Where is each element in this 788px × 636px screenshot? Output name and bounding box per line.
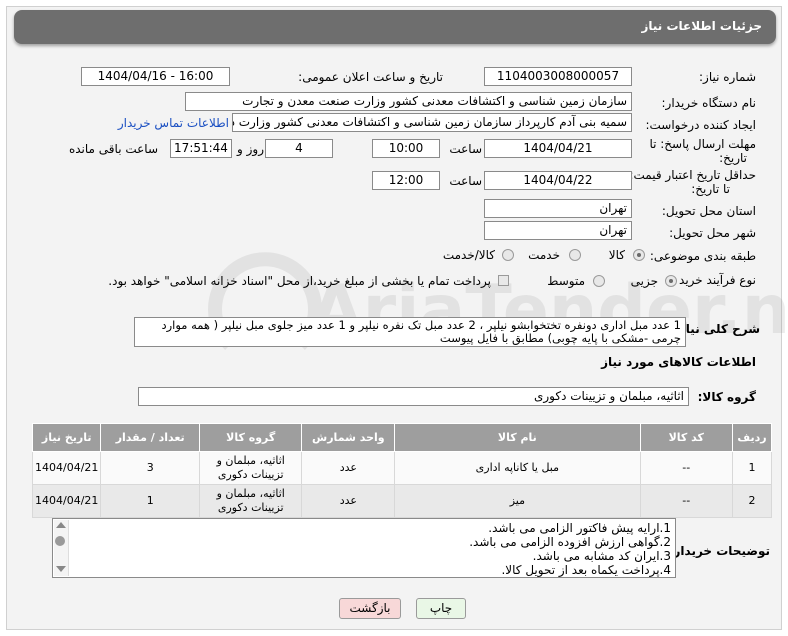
- table-header-row: ردیف کد کالا نام کالا واحد شمارش گروه کا…: [31, 423, 772, 452]
- buyer-notes-textarea[interactable]: 1.ارایه پیش فاکتور الزامی می باشد. 2.گوا…: [52, 518, 676, 578]
- validity-label-2: تا تاریخ:: [691, 182, 730, 196]
- window-title: جزئیات اطلاعات نیاز: [641, 19, 762, 33]
- col-header-row-number: ردیف: [732, 423, 772, 452]
- cell-row-number: 1: [732, 451, 772, 485]
- cell-quantity: 1: [100, 484, 200, 518]
- reply-days-field[interactable]: 4: [265, 139, 333, 158]
- reply-date-field[interactable]: 1404/04/21: [484, 139, 632, 158]
- category-option-service: خدمت: [528, 248, 560, 262]
- cell-unit: عدد: [301, 484, 396, 518]
- category-option-goods-service: کالا/خدمت: [442, 248, 495, 262]
- buyer-note-line: 1.ارایه پیش فاکتور الزامی می باشد.: [488, 521, 671, 535]
- need-number-field[interactable]: 1104003008000057: [484, 67, 632, 86]
- process-option-medium: متوسط: [547, 274, 585, 288]
- requester-label: ایجاد کننده درخواست:: [645, 118, 756, 132]
- buyer-org-field[interactable]: سازمان زمین شناسی و اکتشافات معدنی کشور …: [185, 92, 632, 111]
- reply-time-label: ساعت: [449, 142, 482, 156]
- days-and-label: روز و: [237, 142, 264, 156]
- reply-deadline-label-2: تاریخ:: [719, 151, 747, 165]
- category-label: طبقه بندی موضوعی:: [649, 249, 756, 263]
- announce-datetime-field[interactable]: 1404/04/16 - 16:00: [81, 67, 230, 86]
- back-button[interactable]: بازگشت: [339, 598, 401, 619]
- validity-time-label: ساعت: [449, 174, 482, 188]
- scroll-thumb[interactable]: [55, 536, 65, 546]
- col-header-unit: واحد شمارش: [301, 423, 396, 452]
- table-row[interactable]: 1 -- مبل یا کاناپه اداری عدد اثاثیه، مبل…: [31, 451, 772, 485]
- buyer-notes-label: توضیحات خریدار:: [668, 544, 770, 558]
- validity-label: حداقل تاریخ اعتبار قیمت:: [629, 168, 756, 182]
- col-header-goods-code: کد کالا: [639, 423, 734, 452]
- category-radio-service[interactable]: [569, 249, 581, 261]
- category-radio-goods-service[interactable]: [502, 249, 514, 261]
- treasury-payment-checkbox[interactable]: [498, 275, 509, 286]
- reply-time-field[interactable]: 10:00: [372, 139, 440, 158]
- col-header-need-date: تاریخ نیاز: [31, 423, 102, 452]
- cell-unit: عدد: [301, 451, 396, 485]
- cell-goods-group: اثاثیه، مبلمان و تزیینات دکوری: [198, 451, 303, 485]
- goods-info-heading: اطلاعات کالاهای مورد نیاز: [601, 355, 756, 369]
- col-header-goods-group: گروه کالا: [198, 423, 303, 452]
- description-label: شرح کلی نیاز:: [674, 322, 760, 336]
- cell-goods-group: اثاثیه، مبلمان و تزیینات دکوری: [198, 484, 303, 518]
- description-textarea[interactable]: 1 عدد مبل اداری دونفره تختخوابشو نیلپر ،…: [134, 317, 686, 347]
- validity-time-field[interactable]: 12:00: [372, 171, 440, 190]
- cell-need-date: 1404/04/21: [31, 451, 102, 485]
- process-option-minor: جزیی: [630, 274, 658, 288]
- requester-field[interactable]: سمیه بنی آدم کارپرداز سازمان زمین شناسی …: [232, 113, 632, 132]
- cell-goods-name: میز: [394, 484, 641, 518]
- buyer-note-line: 3.ایران کد مشابه می باشد.: [532, 549, 671, 563]
- goods-group-field[interactable]: اثاثیه، مبلمان و تزیینات دکوری: [138, 387, 689, 406]
- process-radio-minor[interactable]: [665, 275, 677, 287]
- goods-group-label: گروه کالا:: [697, 390, 756, 404]
- col-header-quantity: تعداد / مقدار: [100, 423, 200, 452]
- contact-buyer-link[interactable]: اطلاعات تماس خریدار: [118, 116, 229, 130]
- cell-row-number: 2: [732, 484, 772, 518]
- scroll-up-arrow-icon[interactable]: [56, 522, 66, 528]
- province-field[interactable]: تهران: [484, 199, 632, 218]
- category-radio-goods[interactable]: [633, 249, 645, 261]
- goods-table: ردیف کد کالا نام کالا واحد شمارش گروه کا…: [31, 423, 772, 518]
- reply-remaining-field[interactable]: 17:51:44: [170, 139, 232, 158]
- province-label: استان محل تحویل:: [661, 204, 756, 218]
- reply-deadline-label: مهلت ارسال پاسخ: تا: [649, 137, 756, 151]
- buyer-note-line: 4.پرداخت یکماه بعد از تحویل کالا.: [501, 563, 671, 577]
- notes-scrollbar[interactable]: [54, 520, 69, 576]
- buyer-org-label: نام دستگاه خریدار:: [661, 96, 757, 110]
- table-row[interactable]: 2 -- میز عدد اثاثیه، مبلمان و تزیینات دک…: [31, 484, 772, 518]
- title-bar: جزئیات اطلاعات نیاز: [14, 10, 776, 44]
- process-radio-medium[interactable]: [593, 275, 605, 287]
- col-header-goods-name: نام کالا: [394, 423, 641, 452]
- need-number-label: شماره نیاز:: [699, 70, 756, 84]
- treasury-payment-note: پرداخت تمام یا بخشی از مبلغ خرید،از محل …: [108, 274, 491, 288]
- cell-goods-code: --: [639, 451, 734, 485]
- buyer-note-line: 2.گواهی ارزش افزوده الزامی می باشد.: [469, 535, 671, 549]
- category-option-goods: کالا: [608, 248, 625, 262]
- validity-date-field[interactable]: 1404/04/22: [484, 171, 632, 190]
- cell-quantity: 3: [100, 451, 200, 485]
- announce-datetime-label: تاریخ و ساعت اعلان عمومی:: [298, 70, 443, 84]
- city-field[interactable]: تهران: [484, 221, 632, 240]
- cell-need-date: 1404/04/21: [31, 484, 102, 518]
- cell-goods-name: مبل یا کاناپه اداری: [394, 451, 641, 485]
- remaining-label: ساعت باقی مانده: [68, 142, 158, 156]
- process-type-label: نوع فرآیند خرید :: [671, 273, 756, 287]
- cell-goods-code: --: [639, 484, 734, 518]
- print-button[interactable]: چاپ: [416, 598, 466, 619]
- scroll-down-arrow-icon[interactable]: [56, 566, 66, 572]
- city-label: شهر محل تحویل:: [669, 226, 756, 240]
